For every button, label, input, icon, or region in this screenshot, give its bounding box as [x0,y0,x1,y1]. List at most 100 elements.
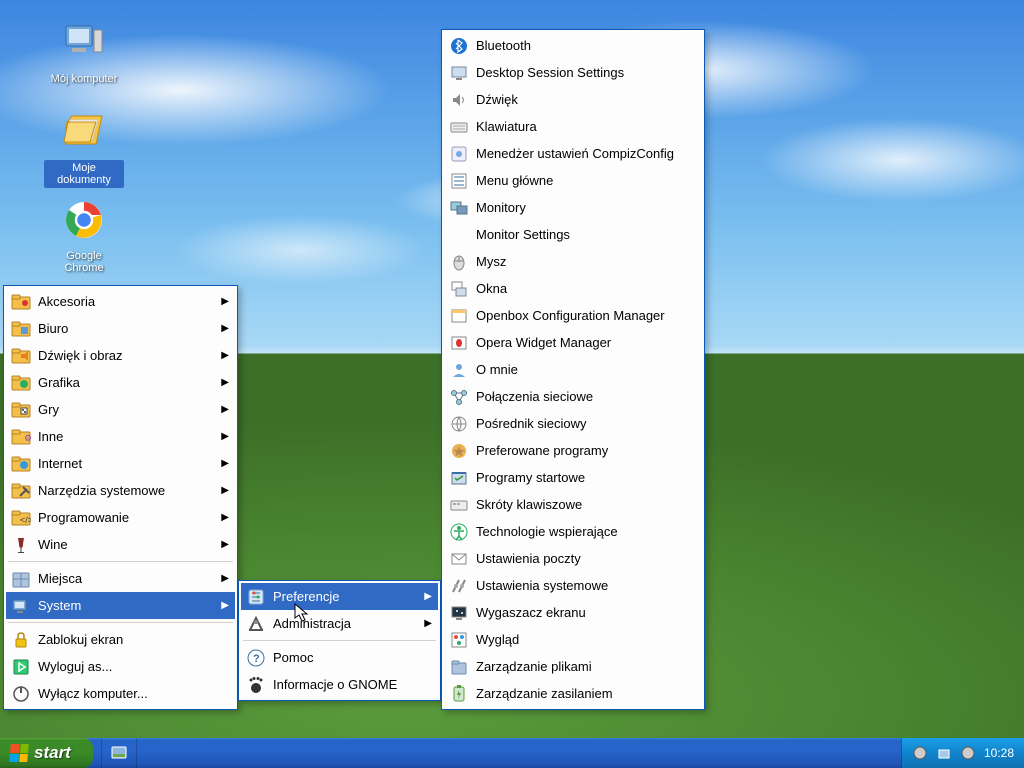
sound-icon [448,89,470,111]
menu-monitor-settings[interactable]: Monitor Settings [444,221,702,248]
menu-places[interactable]: Miejsca▶ [6,565,235,592]
menu-wine[interactable]: Wine▶ [6,531,235,558]
menu-programming[interactable]: </>Programowanie▶ [6,504,235,531]
menu-main-menu[interactable]: Menu główne [444,167,702,194]
system-icon [10,595,32,617]
submenu-arrow-icon: ▶ [221,431,229,442]
tray-icon[interactable] [912,745,928,761]
folder-icon [10,291,32,313]
desktop-icon-google-chrome[interactable]: Google Chrome [44,196,124,276]
menu-office[interactable]: Biuro ▶ [6,315,235,342]
menu-proxy[interactable]: Pośrednik sieciowy [444,410,702,437]
submenu-arrow-icon: ▶ [221,539,229,550]
menu-shortcuts[interactable]: Skróty klawiszowe [444,491,702,518]
menu-power[interactable]: Zarządzanie zasilaniem [444,680,702,707]
menu-logout[interactable]: Wyloguj as... [6,653,235,680]
menu-label: Programowanie [38,510,129,525]
menu-assistive[interactable]: Technologie wspierające [444,518,702,545]
menu-bluetooth[interactable]: Bluetooth [444,32,702,59]
menu-system-settings[interactable]: Ustawienia systemowe [444,572,702,599]
desktop-icon-my-computer[interactable]: Mój komputer [44,18,124,87]
start-button[interactable]: start [0,738,93,768]
clock[interactable]: 10:28 [984,746,1014,760]
menu-sound[interactable]: Dźwięk [444,86,702,113]
menu-shutdown[interactable]: Wyłącz komputer... [6,680,235,707]
menu-opera-widget[interactable]: Opera Widget Manager [444,329,702,356]
menu-system[interactable]: System▶ [6,592,235,619]
menu-mouse[interactable]: Mysz [444,248,702,275]
menu-about-me[interactable]: O mnie [444,356,702,383]
monitors-icon [448,197,470,219]
menu-sound-video[interactable]: Dźwięk i obraz▶ [6,342,235,369]
preferences-submenu: Bluetooth Desktop Session SettingsDźwięk K… [441,29,705,710]
about-me-icon [448,359,470,381]
menu-startup[interactable]: Programy startowe [444,464,702,491]
menu-internet[interactable]: Internet▶ [6,450,235,477]
menu-appearance[interactable]: Wygląd [444,626,702,653]
menu-help[interactable]: ?Pomoc [241,644,438,671]
menu-screensaver[interactable]: Wygaszacz ekranu [444,599,702,626]
menu-network[interactable]: Połączenia sieciowe [444,383,702,410]
menu-label: Preferowane programy [476,443,608,458]
menu-lock[interactable]: Zablokuj ekran [6,626,235,653]
menu-system-tools[interactable]: Narzędzia systemowe▶ [6,477,235,504]
system-tray: 10:28 [901,738,1024,768]
menu-monitors[interactable]: Monitory [444,194,702,221]
folder-icon: ⚙ [10,426,32,448]
folder-documents-icon [60,108,108,156]
svg-text:?: ? [253,653,260,665]
folder-icon [10,318,32,340]
submenu-arrow-icon: ▶ [221,323,229,334]
start-menu: Akcesoria▶ Biuro ▶ Dźwięk i obraz▶ Grafik… [3,285,238,710]
menu-administration[interactable]: Administracja▶ [241,610,438,637]
power-icon [448,683,470,705]
menu-preferred-apps[interactable]: Preferowane programy [444,437,702,464]
quick-launch [101,738,137,768]
menu-accessories[interactable]: Akcesoria▶ [6,288,235,315]
menu-desktop-session[interactable]: Desktop Session Settings [444,59,702,86]
desktop-icon-label: Mój komputer [47,71,122,87]
file-mgmt-icon [448,656,470,678]
menu-games[interactable]: Gry▶ [6,396,235,423]
menu-label: Biuro [38,321,68,336]
menu-label: Menu główne [476,173,553,188]
menu-label: Zarządzanie plikami [476,659,592,674]
submenu-arrow-icon: ▶ [221,600,229,611]
wine-icon [10,534,32,556]
submenu-arrow-icon: ▶ [221,350,229,361]
folder-icon [10,345,32,367]
menu-openbox[interactable]: Openbox Configuration Manager [444,302,702,329]
desktop-icon-my-documents[interactable]: Moje dokumenty [44,108,124,188]
assistive-icon [448,521,470,543]
menu-label: Klawiatura [476,119,537,134]
menu-other[interactable]: ⚙Inne▶ [6,423,235,450]
tray-icon[interactable] [936,745,952,761]
logout-icon [10,656,32,678]
windows-logo-icon [9,744,29,762]
menu-label: Gry [38,402,59,417]
quick-launch-show-desktop[interactable] [108,742,130,764]
folder-icon: </> [10,507,32,529]
menu-mail[interactable]: Ustawienia poczty [444,545,702,572]
menu-keyboard[interactable]: Klawiatura [444,113,702,140]
menu-windows[interactable]: Okna [444,275,702,302]
menu-preferences[interactable]: Preferencje▶ [241,583,438,610]
menu-label: Bluetooth [476,38,531,53]
tray-icon[interactable] [960,745,976,761]
network-icon [448,386,470,408]
menu-compiz[interactable]: Menedżer ustawień CompizConfig [444,140,702,167]
gnome-foot-icon [245,674,267,696]
power-icon [10,683,32,705]
opera-widget-icon [448,332,470,354]
menu-about-gnome[interactable]: Informacje o GNOME [241,671,438,698]
preferences-icon [245,586,267,608]
menu-file-mgmt[interactable]: Zarządzanie plikami [444,653,702,680]
menu-graphics[interactable]: Grafika▶ [6,369,235,396]
svg-text:⚙: ⚙ [24,433,31,443]
menu-label: Openbox Configuration Manager [476,308,665,323]
menu-label: Grafika [38,375,80,390]
help-icon: ? [245,647,267,669]
start-label: start [34,743,71,763]
menu-label: Pośrednik sieciowy [476,416,587,431]
system-settings-icon [448,575,470,597]
